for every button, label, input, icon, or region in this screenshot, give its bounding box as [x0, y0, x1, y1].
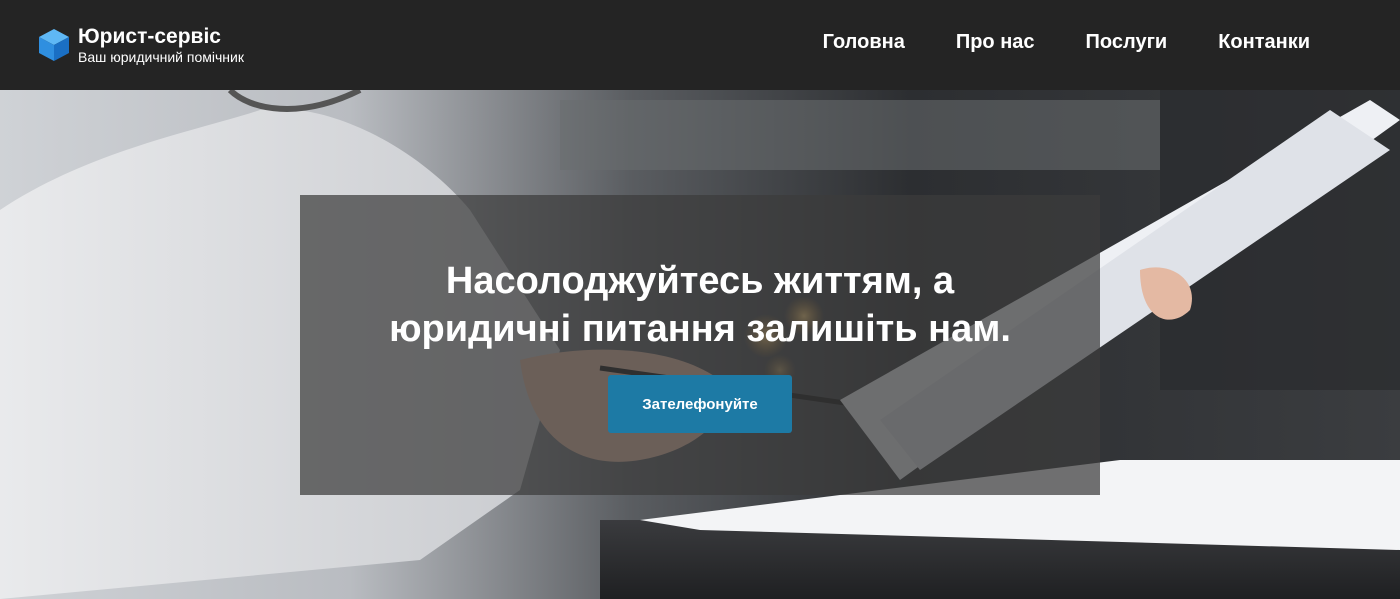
brand-text: Юрист-сервіс Ваш юридичний помічник: [78, 24, 244, 65]
call-button[interactable]: Зателефонуйте: [608, 375, 792, 433]
nav-item-services[interactable]: Послуги: [1086, 30, 1168, 54]
nav-item-about[interactable]: Про нас: [956, 30, 1035, 54]
hero-overlay: Насолоджуйтесь життям, а юридичні питанн…: [300, 195, 1100, 495]
site-header: Юрист-сервіс Ваш юридичний помічник Голо…: [0, 0, 1400, 90]
nav-item-contacts[interactable]: Контанки: [1218, 30, 1310, 54]
brand-title: Юрист-сервіс: [78, 25, 221, 48]
hero-title: Насолоджуйтесь життям, а юридичні питанн…: [340, 257, 1060, 353]
cube-icon: [39, 29, 69, 61]
hero-title-line-1: Насолоджуйтесь життям, а: [445, 260, 955, 302]
main-nav: Головна Про нас Послуги Контанки: [772, 30, 1310, 54]
hero-section: Насолоджуйтесь життям, а юридичні питанн…: [0, 90, 1400, 599]
brand-tagline: Ваш юридичний помічник: [78, 49, 244, 65]
brand[interactable]: Юрист-сервіс Ваш юридичний помічник: [38, 24, 244, 65]
nav-item-home[interactable]: Головна: [823, 30, 905, 54]
hero-title-line-2: юридичні питання залишіть нам.: [389, 308, 1011, 350]
